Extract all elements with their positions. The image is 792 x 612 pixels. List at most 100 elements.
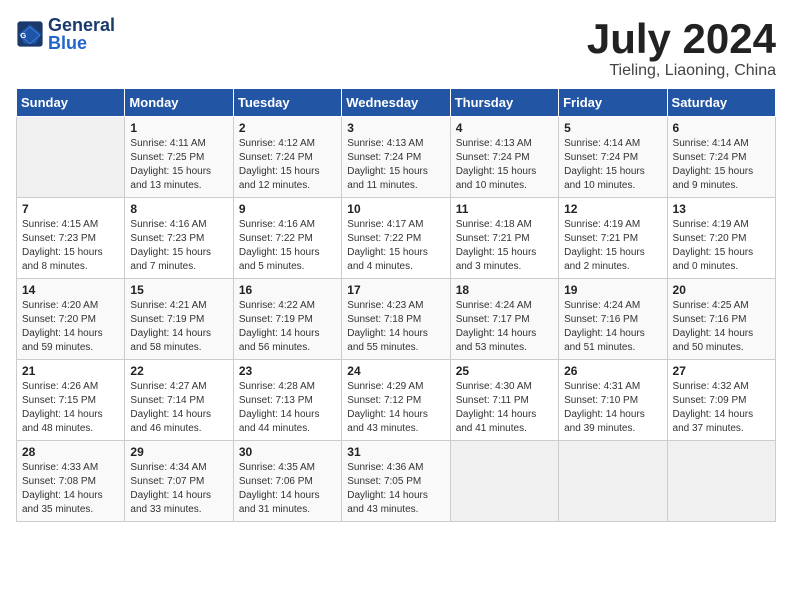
- cell-content: Sunrise: 4:16 AMSunset: 7:23 PMDaylight:…: [130, 218, 227, 274]
- cell-content: Sunrise: 4:28 AMSunset: 7:13 PMDaylight:…: [239, 380, 336, 436]
- cell-content: Sunrise: 4:24 AMSunset: 7:16 PMDaylight:…: [564, 299, 661, 355]
- cell-content: Sunrise: 4:11 AMSunset: 7:25 PMDaylight:…: [130, 137, 227, 193]
- cell-content: Sunrise: 4:13 AMSunset: 7:24 PMDaylight:…: [347, 137, 444, 193]
- calendar-week-2: 7Sunrise: 4:15 AMSunset: 7:23 PMDaylight…: [17, 198, 776, 279]
- calendar-cell: 28 Sunrise: 4:33 AMSunset: 7:08 PMDayligh…: [17, 441, 125, 522]
- cell-content: Sunrise: 4:27 AMSunset: 7:14 PMDaylight:…: [130, 380, 227, 436]
- day-number: 13: [673, 202, 770, 216]
- day-number: 27: [673, 364, 770, 378]
- day-number: 21: [22, 364, 119, 378]
- calendar-cell: 24 Sunrise: 4:29 AMSunset: 7:12 PMDayligh…: [342, 360, 450, 441]
- calendar-week-5: 28 Sunrise: 4:33 AMSunset: 7:08 PMDayligh…: [17, 441, 776, 522]
- day-number: 5: [564, 121, 661, 135]
- calendar-cell: 26 Sunrise: 4:31 AMSunset: 7:10 PMDayligh…: [559, 360, 667, 441]
- calendar-cell: [17, 117, 125, 198]
- day-header-thursday: Thursday: [450, 89, 558, 117]
- calendar-cell: 29 Sunrise: 4:34 AMSunset: 7:07 PMDayligh…: [125, 441, 233, 522]
- calendar-cell: [450, 441, 558, 522]
- day-header-saturday: Saturday: [667, 89, 775, 117]
- calendar-cell: 31 Sunrise: 4:36 AMSunset: 7:05 PMDayligh…: [342, 441, 450, 522]
- calendar-cell: 3 Sunrise: 4:13 AMSunset: 7:24 PMDaylight…: [342, 117, 450, 198]
- day-number: 26: [564, 364, 661, 378]
- day-number: 24: [347, 364, 444, 378]
- cell-content: Sunrise: 4:33 AMSunset: 7:08 PMDaylight:…: [22, 461, 119, 517]
- cell-content: Sunrise: 4:12 AMSunset: 7:24 PMDaylight:…: [239, 137, 336, 193]
- logo-icon: G: [16, 20, 44, 48]
- calendar-cell: 23 Sunrise: 4:28 AMSunset: 7:13 PMDayligh…: [233, 360, 341, 441]
- calendar-cell: 14 Sunrise: 4:20 AMSunset: 7:20 PMDayligh…: [17, 279, 125, 360]
- day-number: 3: [347, 121, 444, 135]
- cell-content: Sunrise: 4:25 AMSunset: 7:16 PMDaylight:…: [673, 299, 770, 355]
- cell-content: Sunrise: 4:35 AMSunset: 7:06 PMDaylight:…: [239, 461, 336, 517]
- calendar-week-4: 21 Sunrise: 4:26 AMSunset: 7:15 PMDayligh…: [17, 360, 776, 441]
- day-header-sunday: Sunday: [17, 89, 125, 117]
- cell-content: Sunrise: 4:29 AMSunset: 7:12 PMDaylight:…: [347, 380, 444, 436]
- calendar-cell: 4 Sunrise: 4:13 AMSunset: 7:24 PMDaylight…: [450, 117, 558, 198]
- day-number: 25: [456, 364, 553, 378]
- day-number: 12: [564, 202, 661, 216]
- day-number: 14: [22, 283, 119, 297]
- day-number: 11: [456, 202, 553, 216]
- day-header-monday: Monday: [125, 89, 233, 117]
- calendar-cell: 17Sunrise: 4:23 AMSunset: 7:18 PMDayligh…: [342, 279, 450, 360]
- svg-text:G: G: [20, 31, 26, 40]
- cell-content: Sunrise: 4:13 AMSunset: 7:24 PMDaylight:…: [456, 137, 553, 193]
- cell-content: Sunrise: 4:30 AMSunset: 7:11 PMDaylight:…: [456, 380, 553, 436]
- day-number: 4: [456, 121, 553, 135]
- day-number: 22: [130, 364, 227, 378]
- cell-content: Sunrise: 4:26 AMSunset: 7:15 PMDaylight:…: [22, 380, 119, 436]
- calendar-cell: 9 Sunrise: 4:16 AMSunset: 7:22 PMDaylight…: [233, 198, 341, 279]
- cell-content: Sunrise: 4:14 AMSunset: 7:24 PMDaylight:…: [564, 137, 661, 193]
- calendar-cell: 12 Sunrise: 4:19 AMSunset: 7:21 PMDayligh…: [559, 198, 667, 279]
- cell-content: Sunrise: 4:19 AMSunset: 7:21 PMDaylight:…: [564, 218, 661, 274]
- day-number: 19: [564, 283, 661, 297]
- day-header-friday: Friday: [559, 89, 667, 117]
- calendar-cell: 16Sunrise: 4:22 AMSunset: 7:19 PMDayligh…: [233, 279, 341, 360]
- day-number: 1: [130, 121, 227, 135]
- cell-content: Sunrise: 4:17 AMSunset: 7:22 PMDaylight:…: [347, 218, 444, 274]
- day-number: 23: [239, 364, 336, 378]
- calendar-cell: [559, 441, 667, 522]
- cell-content: Sunrise: 4:23 AMSunset: 7:18 PMDaylight:…: [347, 299, 444, 355]
- calendar-cell: 6Sunrise: 4:14 AMSunset: 7:24 PMDaylight…: [667, 117, 775, 198]
- cell-content: Sunrise: 4:32 AMSunset: 7:09 PMDaylight:…: [673, 380, 770, 436]
- title-block: July 2024 Tieling, Liaoning, China: [587, 16, 776, 80]
- day-number: 30: [239, 445, 336, 459]
- calendar-cell: [667, 441, 775, 522]
- logo: G General Blue: [16, 16, 115, 52]
- day-number: 18: [456, 283, 553, 297]
- cell-content: Sunrise: 4:36 AMSunset: 7:05 PMDaylight:…: [347, 461, 444, 517]
- calendar-header-row: SundayMondayTuesdayWednesdayThursdayFrid…: [17, 89, 776, 117]
- cell-content: Sunrise: 4:34 AMSunset: 7:07 PMDaylight:…: [130, 461, 227, 517]
- calendar-cell: 18Sunrise: 4:24 AMSunset: 7:17 PMDayligh…: [450, 279, 558, 360]
- calendar-cell: 15Sunrise: 4:21 AMSunset: 7:19 PMDayligh…: [125, 279, 233, 360]
- day-number: 28: [22, 445, 119, 459]
- cell-content: Sunrise: 4:31 AMSunset: 7:10 PMDaylight:…: [564, 380, 661, 436]
- location-title: Tieling, Liaoning, China: [587, 62, 776, 80]
- day-number: 20: [673, 283, 770, 297]
- calendar-cell: 27 Sunrise: 4:32 AMSunset: 7:09 PMDayligh…: [667, 360, 775, 441]
- cell-content: Sunrise: 4:15 AMSunset: 7:23 PMDaylight:…: [22, 218, 119, 274]
- cell-content: Sunrise: 4:19 AMSunset: 7:20 PMDaylight:…: [673, 218, 770, 274]
- cell-content: Sunrise: 4:16 AMSunset: 7:22 PMDaylight:…: [239, 218, 336, 274]
- cell-content: Sunrise: 4:20 AMSunset: 7:20 PMDaylight:…: [22, 299, 119, 355]
- page-header: G General Blue July 2024 Tieling, Liaoni…: [16, 16, 776, 80]
- logo-text: General Blue: [48, 16, 115, 52]
- calendar-cell: 13 Sunrise: 4:19 AMSunset: 7:20 PMDayligh…: [667, 198, 775, 279]
- day-number: 31: [347, 445, 444, 459]
- calendar-cell: 1 Sunrise: 4:11 AMSunset: 7:25 PMDaylight…: [125, 117, 233, 198]
- day-header-tuesday: Tuesday: [233, 89, 341, 117]
- day-number: 29: [130, 445, 227, 459]
- day-header-wednesday: Wednesday: [342, 89, 450, 117]
- calendar-week-3: 14 Sunrise: 4:20 AMSunset: 7:20 PMDayligh…: [17, 279, 776, 360]
- calendar-cell: 20 Sunrise: 4:25 AMSunset: 7:16 PMDayligh…: [667, 279, 775, 360]
- calendar-cell: 8Sunrise: 4:16 AMSunset: 7:23 PMDaylight…: [125, 198, 233, 279]
- calendar-table: SundayMondayTuesdayWednesdayThursdayFrid…: [16, 88, 776, 522]
- day-number: 10: [347, 202, 444, 216]
- day-number: 9: [239, 202, 336, 216]
- calendar-cell: 10 Sunrise: 4:17 AMSunset: 7:22 PMDayligh…: [342, 198, 450, 279]
- calendar-cell: 2Sunrise: 4:12 AMSunset: 7:24 PMDaylight…: [233, 117, 341, 198]
- calendar-cell: 22 Sunrise: 4:27 AMSunset: 7:14 PMDayligh…: [125, 360, 233, 441]
- calendar-cell: 19 Sunrise: 4:24 AMSunset: 7:16 PMDayligh…: [559, 279, 667, 360]
- month-title: July 2024: [587, 16, 776, 62]
